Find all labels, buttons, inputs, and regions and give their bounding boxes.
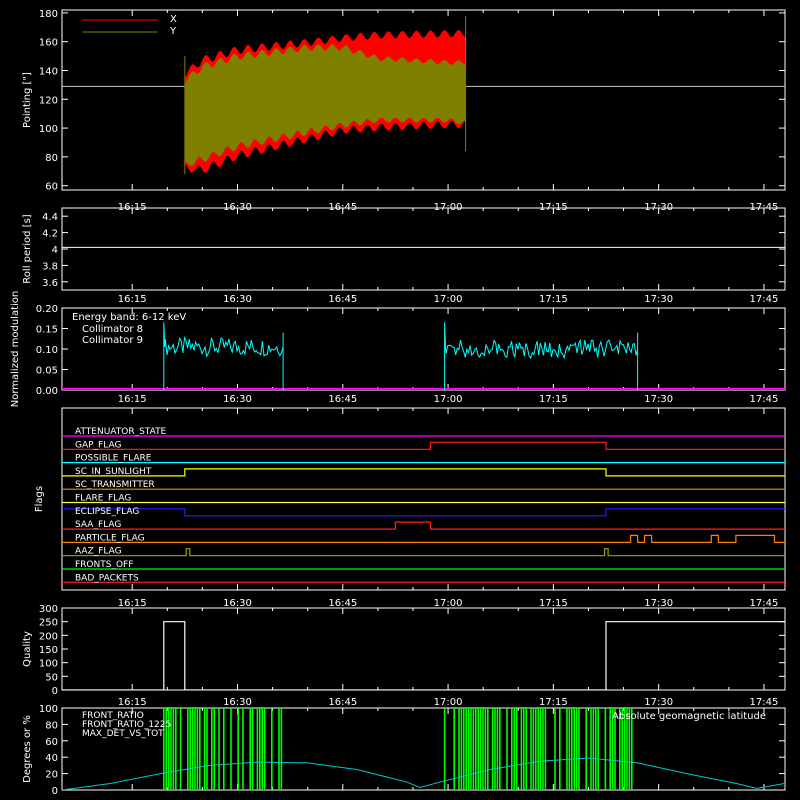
legend-label-collimator-8: Collimator 8 [82, 324, 143, 335]
y-tick-label: 0 [52, 686, 58, 697]
x-tick-label: 17:15 [539, 598, 568, 609]
y-tick-label: 0.20 [36, 304, 58, 315]
x-tick-label: 16:30 [223, 294, 252, 305]
y-tick-label: 0.00 [36, 386, 58, 397]
y-tick-label: 180 [39, 9, 58, 20]
collimator-8-segment [163, 322, 284, 390]
y-tick-label: 40 [45, 753, 58, 764]
x-tick-label: 16:45 [328, 294, 357, 305]
legend-label-y: Y [169, 26, 177, 37]
x-tick-label: 16:45 [328, 697, 357, 708]
y-tick-label: 20 [45, 770, 58, 781]
flag-label-possible-flare: POSSIBLE_FLARE [75, 454, 152, 464]
y-tick-label: 60 [45, 737, 58, 748]
flag-label-sc-in-sunlight: SC_IN_SUNLIGHT [75, 467, 152, 477]
flag-label-fronts-off: FRONTS_OFF [75, 560, 133, 570]
x-tick-label: 17:30 [644, 294, 673, 305]
flag-label-gap-flag: GAP_FLAG [75, 440, 121, 450]
x-tick-label: 17:15 [539, 697, 568, 708]
x-tick-label: 17:15 [539, 394, 568, 405]
y-tick-label: 3.6 [42, 278, 58, 289]
y-tick-label: 100 [39, 124, 58, 135]
y-axis-label: Normalized modulation [10, 291, 21, 408]
y-tick-label: 300 [39, 604, 58, 615]
legend-label-max-det-vs-tot: MAX_DET_VS_TOT [82, 729, 164, 739]
x-tick-label: 16:15 [118, 697, 147, 708]
y-tick-label: 100 [39, 704, 58, 715]
flag-label-flare-flag: FLARE_FLAG [75, 494, 131, 504]
x-tick-label: 16:45 [328, 598, 357, 609]
y-tick-label: 250 [39, 618, 58, 629]
flag-line-saa-flag [62, 521, 785, 530]
collimator-8-segment [444, 322, 639, 390]
y-tick-label: 140 [39, 66, 58, 77]
legend-label-collimator-9: Collimator 9 [82, 335, 143, 346]
y-tick-label: 0.15 [36, 325, 58, 336]
flag-label-bad-packets: BAD_PACKETS [75, 573, 139, 583]
y-tick-label: 160 [39, 38, 58, 49]
latitude-annotation: Absolute geomagnetic latitude [612, 711, 766, 722]
y-axis-label: Degrees or % [22, 715, 33, 783]
flag-line-aaz-flag [62, 548, 785, 557]
y-tick-label: 0 [52, 786, 58, 797]
x-tick-label: 17:30 [644, 598, 673, 609]
flag-label-aaz-flag: AAZ_FLAG [75, 547, 122, 557]
x-tick-label: 17:15 [539, 294, 568, 305]
x-tick-label: 16:30 [223, 598, 252, 609]
x-tick-label: 17:00 [434, 394, 463, 405]
y-tick-label: 100 [39, 659, 58, 670]
x-tick-label: 17:00 [434, 598, 463, 609]
y-axis-label: Pointing ["] [22, 72, 33, 128]
flag-line-gap-flag [62, 441, 785, 450]
y-tick-label: 60 [45, 182, 58, 193]
y-axis-label: Roll period [s] [22, 214, 33, 283]
y-axis-label: Flags [34, 486, 45, 512]
y-tick-label: 4 [52, 245, 58, 256]
y-tick-label: 50 [45, 672, 58, 683]
legend-label-x: X [170, 14, 177, 25]
quality-line [62, 621, 785, 690]
y-axis-label: Quality [22, 631, 33, 667]
x-tick-label: 16:15 [118, 598, 147, 609]
energy-band-label: Energy band: 6-12 keV [72, 312, 186, 323]
y-tick-label: 80 [45, 720, 58, 731]
flag-line-eclipse-flag [62, 508, 785, 517]
x-tick-label: 17:30 [644, 697, 673, 708]
flag-label-saa-flag: SAA_FLAG [75, 520, 121, 530]
panel-frame-4 [61, 607, 786, 691]
flag-label-sc-transmitter: SC_TRANSMITTER [75, 480, 155, 490]
x-tick-label: 16:15 [118, 394, 147, 405]
y-tick-label: 4.4 [42, 212, 58, 223]
flag-line-sc-in-sunlight [62, 468, 785, 477]
flag-label-particle-flag: PARTICLE_FLAG [75, 533, 145, 543]
x-tick-label: 16:30 [223, 394, 252, 405]
x-tick-label: 17:30 [644, 394, 673, 405]
y-tick-label: 4.2 [42, 229, 58, 240]
y-tick-label: 80 [45, 153, 58, 164]
x-tick-label: 17:45 [750, 394, 779, 405]
x-tick-label: 16:30 [223, 697, 252, 708]
chart-svg: 16:15 16:30 16:45 17:00 17:15 17:30 17:45 60 80 1… [10, 9, 786, 797]
x-tick-label: 17:00 [434, 294, 463, 305]
y-tick-label: 3.8 [42, 261, 58, 272]
flag-label-attenuator-state: ATTENUATOR_STATE [75, 427, 167, 437]
y-tick-label: 0.10 [36, 345, 58, 356]
flag-line-particle-flag [62, 534, 785, 544]
x-tick-label: 17:45 [750, 697, 779, 708]
x-tick-label: 16:45 [328, 394, 357, 405]
flag-label-eclipse-flag: ECLIPSE_FLAG [75, 507, 139, 517]
panel-frame-1 [61, 207, 786, 291]
x-tick-label: 17:00 [434, 697, 463, 708]
y-tick-label: 120 [39, 95, 58, 106]
x-tick-label: 17:45 [750, 598, 779, 609]
x-tick-label: 17:45 [750, 294, 779, 305]
y-tick-label: 150 [39, 645, 58, 656]
y-tick-label: 0.05 [36, 366, 58, 377]
y-tick-label: 200 [39, 631, 58, 642]
panel-frame-3 [61, 407, 786, 591]
x-tick-label: 16:15 [118, 294, 147, 305]
